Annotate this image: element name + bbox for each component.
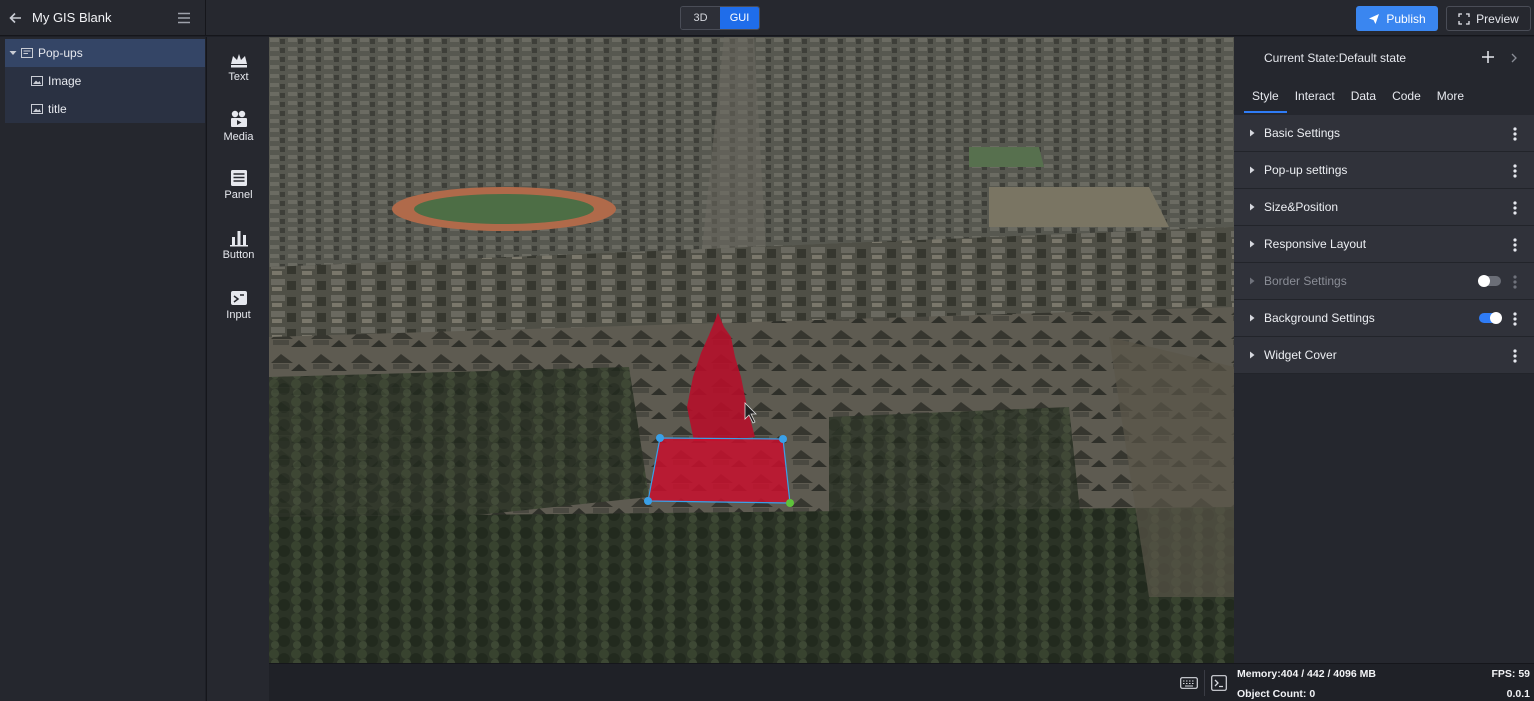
expand-caret-icon — [1250, 351, 1255, 359]
section-responsive-layout[interactable]: Responsive Layout — [1234, 226, 1534, 263]
menu-icon[interactable] — [177, 11, 191, 25]
widget-label: Text — [228, 71, 249, 83]
section-label: Size&Position — [1264, 200, 1339, 214]
section-label: Basic Settings — [1264, 126, 1341, 140]
memory-readout: Memory:404 / 442 / 4096 MB — [1237, 668, 1376, 680]
send-icon — [1369, 13, 1380, 24]
expand-caret-icon — [1250, 314, 1255, 322]
terminal-icon[interactable] — [1211, 675, 1227, 691]
layer-item-image[interactable]: Image — [5, 67, 205, 95]
tab-data[interactable]: Data — [1343, 85, 1384, 113]
caret-down-icon[interactable] — [8, 48, 18, 58]
current-state-label[interactable]: Current State:Default state — [1264, 51, 1406, 65]
expand-caret-icon — [1250, 129, 1255, 137]
expand-caret-icon — [1250, 203, 1255, 211]
style-sections: Basic Settings Pop-up settings Size&Posi… — [1234, 115, 1534, 374]
fps-readout: FPS: 59 — [1491, 668, 1530, 680]
layer-item-title[interactable]: title — [5, 95, 205, 123]
button-chart-icon — [229, 231, 248, 247]
more-options-icon[interactable] — [1512, 126, 1518, 142]
widget-media[interactable]: Media — [207, 109, 270, 143]
mode-toggle: 3D GUI — [680, 6, 760, 30]
chevron-right-icon[interactable] — [1510, 53, 1518, 63]
section-label: Responsive Layout — [1264, 237, 1367, 251]
section-size-position[interactable]: Size&Position — [1234, 189, 1534, 226]
group-icon — [21, 48, 33, 58]
layer-label: Image — [48, 74, 82, 88]
tab-interact[interactable]: Interact — [1287, 85, 1343, 113]
tab-style[interactable]: Style — [1244, 85, 1287, 113]
keyboard-icon[interactable] — [1180, 677, 1198, 689]
property-panel: Current State:Default state Style Intera… — [1234, 37, 1534, 663]
fullscreen-icon — [1458, 12, 1470, 25]
divider — [205, 0, 206, 36]
more-options-icon[interactable] — [1512, 348, 1518, 364]
panel-icon — [230, 170, 247, 186]
more-options-icon[interactable] — [1512, 200, 1518, 216]
expand-caret-icon — [1250, 240, 1255, 248]
preview-label: Preview — [1476, 11, 1519, 26]
status-bar: Memory:404 / 442 / 4096 MB FPS: 59 Objec… — [269, 663, 1534, 701]
background-toggle[interactable] — [1479, 312, 1502, 324]
toggle-knob — [1478, 275, 1490, 287]
add-state-icon[interactable] — [1481, 50, 1495, 64]
widget-label: Panel — [224, 189, 253, 201]
text-icon — [230, 54, 247, 68]
scene-3d — [269, 37, 1234, 663]
state-row: Current State:Default state — [1234, 37, 1534, 79]
widget-input[interactable]: Input — [207, 289, 270, 321]
toggle-knob — [1490, 312, 1502, 324]
widget-panel[interactable]: Panel — [207, 169, 270, 201]
section-popup-settings[interactable]: Pop-up settings — [1234, 152, 1534, 189]
border-toggle[interactable] — [1478, 275, 1501, 287]
layer-item-popups[interactable]: Pop-ups — [5, 39, 205, 67]
app-title: My GIS Blank — [32, 10, 112, 25]
more-options-icon[interactable] — [1512, 237, 1518, 253]
version-label: 0.0.1 — [1506, 688, 1530, 700]
input-icon — [230, 291, 247, 305]
widget-button[interactable]: Button — [207, 229, 270, 261]
section-label: Border Settings — [1264, 274, 1347, 288]
widget-text[interactable]: Text — [207, 51, 270, 83]
image-icon — [31, 104, 43, 114]
widget-label: Media — [223, 131, 254, 143]
top-bar: My GIS Blank 3D GUI Publish Preview — [0, 0, 1534, 36]
more-options-icon[interactable] — [1512, 274, 1518, 290]
back-arrow-icon[interactable] — [8, 10, 24, 26]
tab-more[interactable]: More — [1429, 85, 1472, 113]
section-label: Pop-up settings — [1264, 163, 1348, 177]
more-options-icon[interactable] — [1512, 311, 1518, 327]
media-icon — [230, 110, 247, 127]
widget-label: Input — [226, 309, 251, 321]
image-icon — [31, 76, 43, 86]
object-count: Object Count: 0 — [1237, 688, 1316, 700]
preview-button[interactable]: Preview — [1446, 6, 1531, 31]
section-widget-cover[interactable]: Widget Cover — [1234, 337, 1534, 374]
mode-3d-button[interactable]: 3D — [681, 7, 720, 29]
layer-label: Pop-ups — [38, 46, 83, 60]
layer-label: title — [48, 102, 67, 116]
more-options-icon[interactable] — [1512, 163, 1518, 179]
section-basic-settings[interactable]: Basic Settings — [1234, 115, 1534, 152]
property-tabs: Style Interact Data Code More — [1244, 85, 1472, 113]
divider — [1204, 670, 1205, 696]
map-viewport[interactable] — [269, 37, 1234, 663]
section-label: Background Settings — [1264, 311, 1375, 325]
layer-tree: Pop-ups Image title — [0, 37, 205, 701]
mode-gui-button[interactable]: GUI — [720, 7, 759, 29]
section-background-settings[interactable]: Background Settings — [1234, 300, 1534, 337]
widget-label: Button — [222, 249, 255, 261]
section-border-settings[interactable]: Border Settings — [1234, 263, 1534, 300]
publish-label: Publish — [1386, 11, 1426, 26]
section-label: Widget Cover — [1264, 348, 1337, 362]
tab-code[interactable]: Code — [1384, 85, 1429, 113]
expand-caret-icon — [1250, 277, 1255, 285]
publish-button[interactable]: Publish — [1356, 6, 1438, 31]
widget-toolbar: Text Media Panel Button Input — [206, 37, 269, 701]
expand-caret-icon — [1250, 166, 1255, 174]
